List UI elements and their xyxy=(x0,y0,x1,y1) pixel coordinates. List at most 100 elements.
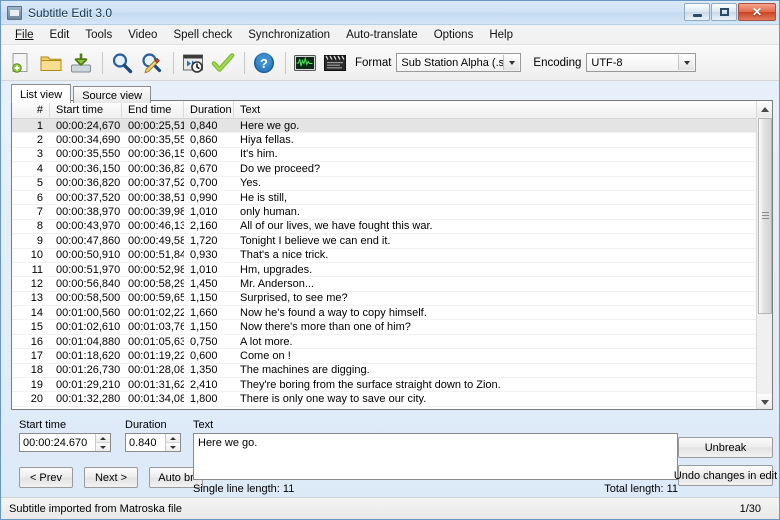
maximize-button[interactable] xyxy=(711,3,737,21)
menu-file[interactable]: File xyxy=(7,27,42,43)
cell-end: 00:00:38,510 xyxy=(128,191,184,204)
next-button[interactable]: Next > xyxy=(84,467,138,488)
cell-num: 10 xyxy=(30,249,43,262)
menu-tools[interactable]: Tools xyxy=(77,27,120,43)
save-button[interactable] xyxy=(67,49,95,77)
cell-text: Yes. xyxy=(240,177,262,190)
table-row[interactable]: 11 00:00:51,970 00:00:52,980 1,010 Hm, upgra… xyxy=(12,263,772,278)
cell-duration: 2,410 xyxy=(190,378,218,391)
cell-num: 5 xyxy=(36,177,43,190)
subtitle-list[interactable]: # Start time End time Duration Text 1 00:… xyxy=(11,100,773,410)
column-header-duration[interactable]: Duration xyxy=(184,101,234,119)
start-time-label: Start time xyxy=(19,419,67,431)
help-button[interactable]: ? xyxy=(250,49,278,77)
minimize-button[interactable] xyxy=(684,3,710,21)
application-window: Subtitle Edit 3.0 ✕ File Edit Tools Vide… xyxy=(0,0,780,520)
table-row[interactable]: 10 00:00:50,910 00:00:51,840 0,930 That's a … xyxy=(12,249,772,263)
cell-end: 00:01:03,760 xyxy=(128,321,184,334)
single-line-length: Single line length: 11 xyxy=(193,483,295,495)
table-row[interactable]: 1 00:00:24,670 00:00:25,510 0,840 Here we go… xyxy=(12,119,772,134)
scroll-down-button[interactable] xyxy=(757,394,772,409)
duration-up-button[interactable] xyxy=(166,434,180,443)
duration-input[interactable]: 0.840 xyxy=(125,433,181,452)
format-dropdown-arrow[interactable] xyxy=(503,55,520,70)
menu-help-label: Help xyxy=(489,28,513,41)
svg-text:?: ? xyxy=(260,56,268,71)
cell-start: 00:00:56,840 xyxy=(56,277,121,290)
start-time-down-button[interactable] xyxy=(96,443,110,451)
edit-action-buttons: Unbreak Undo changes in edit xyxy=(674,437,777,486)
video-button[interactable] xyxy=(321,49,349,77)
cell-start: 00:01:29,210 xyxy=(56,378,121,391)
menu-options[interactable]: Options xyxy=(426,27,482,43)
menu-edit[interactable]: Edit xyxy=(42,27,78,43)
close-button[interactable]: ✕ xyxy=(738,3,776,21)
menu-spell-check[interactable]: Spell check xyxy=(165,27,240,43)
tab-list-view[interactable]: List view xyxy=(11,84,72,103)
cell-num: 3 xyxy=(36,148,43,161)
table-row[interactable]: 15 00:01:02,610 00:01:03,760 1,150 Now there… xyxy=(12,320,772,335)
list-scrollbar[interactable] xyxy=(756,101,772,409)
cell-duration: 0,700 xyxy=(190,177,218,190)
column-header-text[interactable]: Text xyxy=(234,101,772,119)
table-row[interactable]: 18 00:01:26,730 00:01:28,080 1,350 The machi… xyxy=(12,364,772,379)
chevron-up-icon xyxy=(761,106,769,112)
table-row[interactable]: 6 00:00:37,520 00:00:38,510 0,990 He is stil… xyxy=(12,191,772,206)
menu-options-label: Options xyxy=(433,28,474,41)
replace-button[interactable] xyxy=(138,49,166,77)
new-file-button[interactable] xyxy=(7,49,35,77)
menu-video[interactable]: Video xyxy=(120,27,165,43)
table-row[interactable]: 20 00:01:32,280 00:01:34,080 1,800 There is … xyxy=(12,392,772,407)
menu-auto-translate[interactable]: Auto-translate xyxy=(338,27,426,43)
table-row[interactable]: 16 00:01:04,880 00:01:05,630 0,750 A lot mor… xyxy=(12,335,772,350)
scrollbar-thumb[interactable] xyxy=(758,118,772,314)
tab-source-view[interactable]: Source view xyxy=(73,86,152,103)
table-row[interactable]: 17 00:01:18,620 00:01:19,220 0,600 Come on ! xyxy=(12,349,772,364)
table-row[interactable]: 19 00:01:29,210 00:01:31,620 2,410 They're b… xyxy=(12,378,772,393)
duration-stepper[interactable] xyxy=(165,434,180,451)
text-input[interactable]: Here we go. xyxy=(193,433,678,480)
table-row[interactable]: 13 00:00:58,500 00:00:59,650 1,150 Surprised… xyxy=(12,292,772,307)
cell-text: Hm, upgrades. xyxy=(240,263,313,276)
find-button[interactable] xyxy=(108,49,136,77)
table-row[interactable]: 2 00:00:34,690 00:00:35,550 0,860 Hiya fella… xyxy=(12,133,772,148)
scroll-up-button[interactable] xyxy=(757,101,772,117)
format-combo[interactable]: Sub Station Alpha (.ssa) xyxy=(396,53,522,72)
cell-text: Surprised, to see me? xyxy=(240,292,348,305)
cell-end: 00:00:49,580 xyxy=(128,234,184,247)
encoding-combo[interactable]: UTF-8 xyxy=(586,53,697,72)
tab-source-view-label: Source view xyxy=(82,90,143,102)
cell-end: 00:00:36,820 xyxy=(128,162,184,175)
scrollbar-grip xyxy=(762,212,769,220)
prev-button[interactable]: < Prev xyxy=(19,467,73,488)
encoding-dropdown-arrow[interactable] xyxy=(678,55,695,70)
menu-synchronization[interactable]: Synchronization xyxy=(240,27,338,43)
cell-start: 00:01:00,560 xyxy=(56,306,121,319)
undo-changes-button[interactable]: Undo changes in edit xyxy=(674,465,777,486)
table-row[interactable]: 12 00:00:56,840 00:00:58,290 1,450 Mr. Ander… xyxy=(12,277,772,292)
cell-text: Come on ! xyxy=(240,349,291,362)
cell-end: 00:01:28,080 xyxy=(128,364,184,377)
spell-check-button[interactable] xyxy=(209,49,237,77)
window-title: Subtitle Edit 3.0 xyxy=(28,5,113,20)
start-time-stepper[interactable] xyxy=(95,434,110,451)
menu-help[interactable]: Help xyxy=(481,27,521,43)
table-row[interactable]: 8 00:00:43,970 00:00:46,130 2,160 All of our… xyxy=(12,220,772,235)
table-row[interactable]: 14 00:01:00,560 00:01:02,220 1,660 Now he's … xyxy=(12,306,772,321)
table-row[interactable]: 4 00:00:36,150 00:00:36,820 0,670 Do we proc… xyxy=(12,162,772,177)
visual-sync-button[interactable] xyxy=(179,49,207,77)
cell-text: All of our lives, we have fought this wa… xyxy=(240,220,433,233)
table-row[interactable]: 3 00:00:35,550 00:00:36,150 0,600 It's him. xyxy=(12,148,772,163)
table-row[interactable]: 7 00:00:38,970 00:00:39,980 1,010 only human… xyxy=(12,205,772,220)
unbreak-button[interactable]: Unbreak xyxy=(678,437,773,458)
duration-down-button[interactable] xyxy=(166,443,180,451)
table-row[interactable]: 9 00:00:47,860 00:00:49,580 1,720 Tonight I … xyxy=(12,234,772,249)
cell-duration: 0,750 xyxy=(190,335,218,348)
start-time-input[interactable]: 00:00:24.670 xyxy=(19,433,111,452)
waveform-button[interactable] xyxy=(291,49,319,77)
open-file-button[interactable] xyxy=(37,49,65,77)
cell-end: 00:00:51,840 xyxy=(128,249,184,262)
table-row[interactable]: 5 00:00:36,820 00:00:37,520 0,700 Yes. xyxy=(12,177,772,191)
start-time-up-button[interactable] xyxy=(96,434,110,443)
cell-text: Now he's found a way to copy himself. xyxy=(240,306,427,319)
